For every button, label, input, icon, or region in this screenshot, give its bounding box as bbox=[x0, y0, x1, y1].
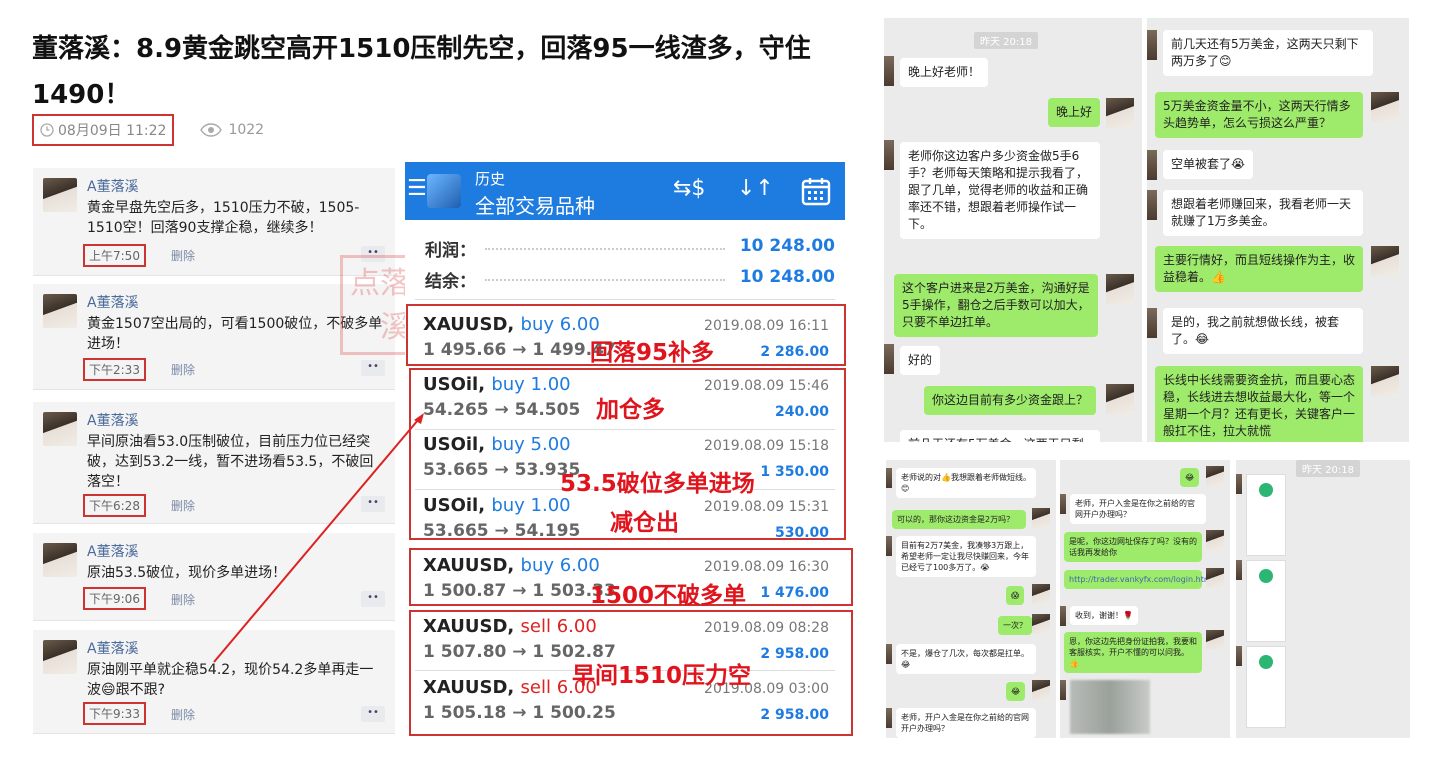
avatar bbox=[1206, 466, 1224, 486]
chat-message: 空单被套了😭 bbox=[1163, 150, 1254, 179]
chat-message: 这个客户进来是2万美金，沟通好是5手操作，翻仓之后手数可以加大，只要不单边扛单。 bbox=[894, 274, 1098, 337]
check-icon bbox=[1259, 483, 1273, 497]
avatar bbox=[1206, 530, 1224, 550]
chat-message: 老师说的对👍我想跟着老师做短线。😊 bbox=[896, 468, 1036, 498]
chat-message: 😂 bbox=[1006, 682, 1026, 701]
chat-message: 晚上好 bbox=[1048, 98, 1101, 127]
check-icon bbox=[1259, 655, 1273, 669]
avatar bbox=[1371, 246, 1399, 276]
avatar bbox=[1371, 366, 1399, 396]
chat-message: 前几天还有5万美金，这两天只剩下 bbox=[900, 430, 1100, 442]
avatar bbox=[886, 536, 892, 556]
chat-message: 不是，爆仓了几次，每次都是扛单。😂 bbox=[896, 644, 1036, 674]
avatar bbox=[1236, 474, 1242, 494]
url-message[interactable]: http://trader.vankyfx.com/login.html bbox=[1064, 570, 1214, 589]
avatar bbox=[1147, 190, 1157, 220]
chat-timestamp: 昨天 20:18 bbox=[974, 32, 1038, 49]
chat-message: 可以的，那你这边资金是2万吗？ bbox=[892, 510, 1026, 529]
avatar bbox=[1060, 680, 1066, 700]
chat-timestamp: 昨天 20:18 bbox=[1296, 460, 1360, 477]
chat-screenshot: 老师说的对👍我想跟着老师做短线。😊 可以的，那你这边资金是2万吗？ 目前有2万7… bbox=[886, 460, 1056, 738]
avatar bbox=[1060, 494, 1066, 514]
avatar bbox=[1236, 560, 1242, 580]
avatar bbox=[1032, 680, 1050, 700]
chat-screenshot: 😂 老师，开户入金是在你之前给的官网开户办理吗？ 是呢，你这边网址保存了吗？没有… bbox=[1060, 460, 1230, 738]
avatar bbox=[1206, 568, 1224, 588]
avatar bbox=[1106, 384, 1134, 414]
avatar bbox=[1032, 614, 1050, 634]
chat-message: 😱 bbox=[1006, 586, 1025, 605]
avatar bbox=[1147, 308, 1157, 338]
avatar bbox=[886, 708, 892, 728]
avatar bbox=[1147, 30, 1157, 60]
avatar bbox=[886, 468, 892, 488]
receipt-thumbnail[interactable] bbox=[1246, 560, 1286, 642]
receipt-thumbnail[interactable] bbox=[1246, 646, 1286, 728]
avatar bbox=[884, 140, 894, 170]
chat-message: 是的，我之前就想做长线，被套了。😂 bbox=[1163, 308, 1363, 354]
check-icon bbox=[1259, 569, 1273, 583]
avatar bbox=[1206, 630, 1224, 650]
chat-message: 😂 bbox=[1180, 468, 1200, 487]
chat-message: 老师，开户入金是在你之前给的官网开户办理吗？ bbox=[896, 708, 1036, 738]
chat-message: 一次？ bbox=[998, 616, 1032, 635]
avatar bbox=[1106, 274, 1134, 304]
receipt-thumbnail[interactable] bbox=[1246, 474, 1286, 556]
chat-message: 晚上好老师！ bbox=[900, 58, 989, 87]
chat-message: 好的 bbox=[900, 346, 941, 375]
chat-message: 目前有2万7美金，我凑够3万跟上，希望老师一定让我尽快赚回来，今年已经亏了100… bbox=[896, 536, 1036, 577]
chat-message: 长线中长线需要资金抗，而且要心态稳，长线进去想收益最大化，等一个星期一个月？还有… bbox=[1155, 366, 1363, 442]
avatar bbox=[884, 56, 894, 86]
avatar bbox=[884, 344, 894, 374]
chat-message: 主要行情好，而且短线操作为主，收益稳着。👍 bbox=[1155, 246, 1363, 292]
avatar bbox=[1060, 606, 1066, 626]
avatar bbox=[886, 644, 892, 664]
chat-message: 老师，开户入金是在你之前给的官网开户办理吗？ bbox=[1070, 494, 1206, 524]
chat-screenshot: 前几天还有5万美金，这两天只剩下两万多了😊 5万美金资金量不小，这两天行情多头趋… bbox=[1147, 18, 1409, 442]
chat-message: 收到，谢谢！🌹 bbox=[1070, 606, 1138, 625]
chat-message: 想跟着老师赚回来，我看老师一天就赚了1万多美金。 bbox=[1163, 190, 1363, 236]
avatar bbox=[1236, 646, 1242, 666]
avatar bbox=[1032, 508, 1050, 528]
blurred-id-photo bbox=[1070, 680, 1150, 734]
avatar bbox=[1147, 150, 1157, 180]
chat-message: 老师你这边客户多少资金做5手6手？老师每天策略和提示我看了，跟了几单，觉得老师的… bbox=[900, 142, 1100, 239]
avatar bbox=[1032, 584, 1050, 604]
chat-screenshot: 昨天 20:18 晚上好老师！ 晚上好 老师你这边客户多少资金做5手6手？老师每… bbox=[884, 18, 1142, 442]
chat-message: 恩，你这边先把身份证拍我，我要和客服核实，开户不懂的可以问我。👍 bbox=[1064, 632, 1202, 673]
avatar bbox=[1371, 92, 1399, 122]
avatar bbox=[1106, 98, 1134, 128]
chat-message: 你这边目前有多少资金跟上？ bbox=[924, 386, 1097, 415]
chat-message: 前几天还有5万美金，这两天只剩下两万多了😊 bbox=[1163, 30, 1373, 76]
chat-message: 5万美金资金量不小，这两天行情多头趋势单，怎么亏损这么严重？ bbox=[1155, 92, 1363, 138]
chat-screenshot: 昨天 20:18 bbox=[1236, 460, 1410, 738]
chat-message: 是呢，你这边网址保存了吗？没有的话我再发给你 bbox=[1064, 532, 1202, 562]
